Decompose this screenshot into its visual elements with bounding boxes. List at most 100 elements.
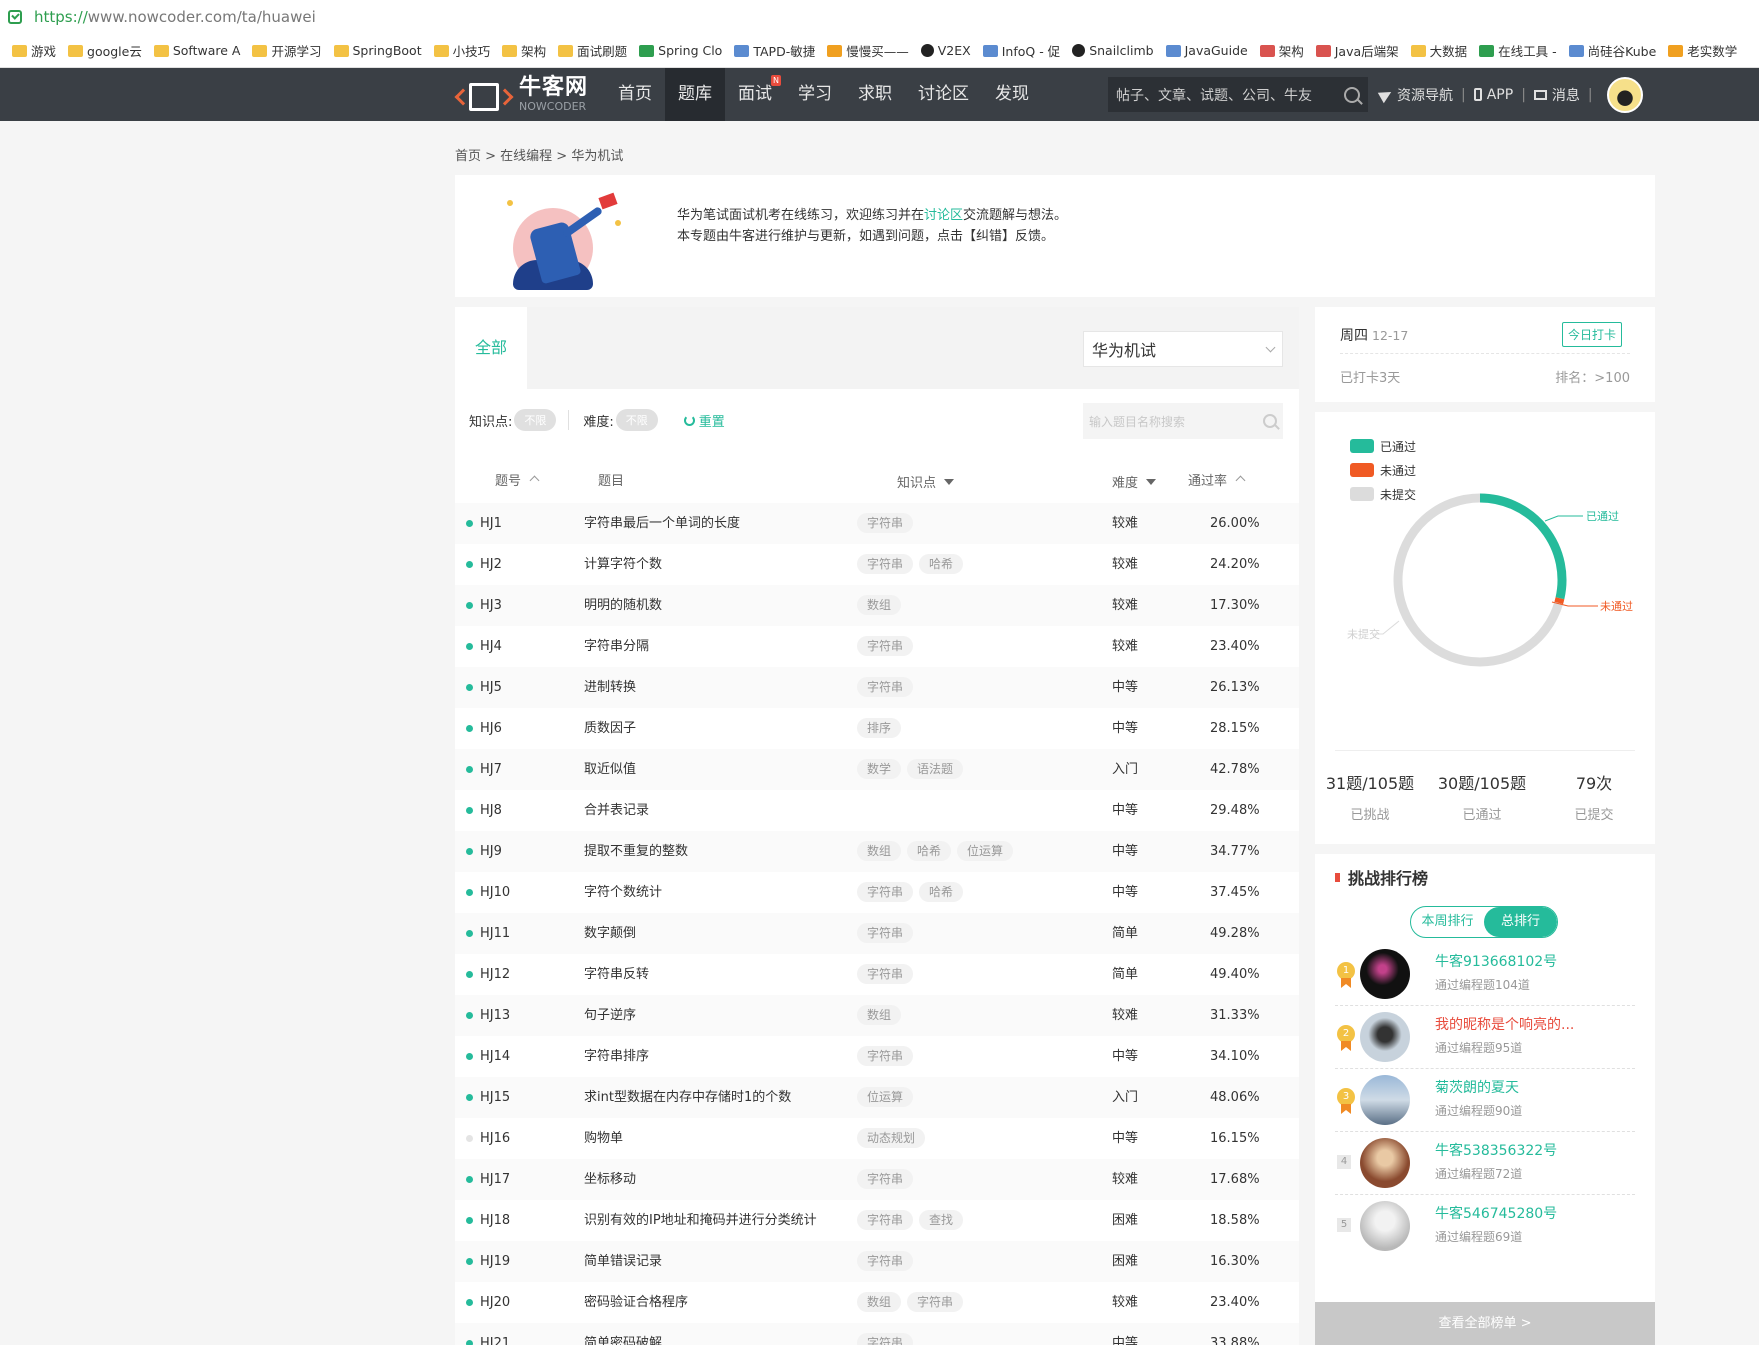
tag-badge[interactable]: 位运算 [957, 841, 1014, 861]
bookmark-item[interactable]: Snailclimb [1072, 43, 1154, 58]
tab-all[interactable]: 全部 [455, 307, 527, 389]
bookmark-item[interactable]: 老实数学 [1668, 41, 1737, 60]
user-name-link[interactable]: 我的昵称是个响亮的... [1435, 1014, 1574, 1034]
question-title-link[interactable]: 字符串排序 [584, 1036, 649, 1077]
nav-link-3[interactable]: 学习 [785, 68, 845, 121]
nav-link-5[interactable]: 讨论区 [905, 68, 982, 121]
question-title-link[interactable]: 字符个数统计 [584, 872, 662, 913]
table-row[interactable]: HJ20 密码验证合格程序 数组 字符串 较难 23.40% [455, 1282, 1299, 1323]
bookmark-item[interactable]: 在线工具 - [1479, 41, 1557, 60]
donut-slice-failed[interactable] [1554, 597, 1565, 605]
bookmark-item[interactable]: Spring Clo [639, 43, 722, 58]
table-row[interactable]: HJ2 计算字符个数 字符串 哈希 较难 24.20% [455, 544, 1299, 585]
table-row[interactable]: HJ17 坐标移动 字符串 较难 17.68% [455, 1159, 1299, 1200]
bookmark-item[interactable]: JavaGuide [1165, 43, 1248, 58]
table-row[interactable]: HJ10 字符个数统计 字符串 哈希 中等 37.45% [455, 872, 1299, 913]
avatar[interactable] [1360, 949, 1410, 999]
tag-badge[interactable]: 动态规划 [857, 1128, 926, 1148]
question-title-link[interactable]: 质数因子 [584, 708, 636, 749]
question-title-link[interactable]: 识别有效的IP地址和掩码并进行分类统计 [584, 1200, 817, 1241]
tag-badge[interactable]: 字符串 [857, 923, 914, 943]
user-name-link[interactable]: 牛客538356322号 [1435, 1140, 1557, 1160]
view-all-rankings-button[interactable]: 查看全部榜单 > [1315, 1302, 1655, 1345]
sort-by-rate[interactable]: 通过率 [1188, 470, 1246, 489]
question-title-link[interactable]: 简单错误记录 [584, 1241, 662, 1282]
reset-button[interactable]: 重置 [683, 411, 725, 430]
tag-badge[interactable]: 排序 [857, 718, 902, 738]
table-row[interactable]: HJ18 识别有效的IP地址和掩码并进行分类统计 字符串 查找 困难 18.58% [455, 1200, 1299, 1241]
bookmark-item[interactable]: Software A [153, 43, 240, 58]
tag-badge[interactable]: 数学 [857, 759, 902, 779]
bookmark-item[interactable]: TAPD-敏捷 [734, 41, 815, 60]
donut-slice-passed[interactable] [1479, 493, 1567, 600]
question-search-input[interactable]: 输入题目名称搜索 [1083, 403, 1283, 439]
table-row[interactable]: HJ13 句子逆序 数组 较难 31.33% [455, 995, 1299, 1036]
tag-badge[interactable]: 数组 [857, 595, 902, 615]
question-title-link[interactable]: 字符串分隔 [584, 626, 649, 667]
bookmark-item[interactable]: 游戏 [12, 41, 56, 60]
discussion-link[interactable]: 讨论区 [924, 208, 963, 223]
tag-badge[interactable]: 字符串 [857, 1251, 914, 1271]
breadcrumb[interactable]: 首页 > 在线编程 > 华为机试 [455, 145, 623, 164]
tab-total-rank[interactable]: 总排行 [1484, 907, 1557, 937]
question-title-link[interactable]: 取近似值 [584, 749, 636, 790]
question-title-link[interactable]: 字符串反转 [584, 954, 649, 995]
nowcoder-logo[interactable]: 牛客网 NOWCODER [454, 68, 605, 121]
user-avatar[interactable] [1606, 76, 1643, 113]
table-row[interactable]: HJ6 质数因子 排序 中等 28.15% [455, 708, 1299, 749]
question-title-link[interactable]: 坐标移动 [584, 1159, 636, 1200]
table-row[interactable]: HJ3 明明的随机数 数组 较难 17.30% [455, 585, 1299, 626]
question-title-link[interactable]: 计算字符个数 [584, 544, 662, 585]
nav-link-4[interactable]: 求职 [845, 68, 905, 121]
bookmark-item[interactable]: 架构 [1259, 41, 1304, 60]
search-icon[interactable] [1344, 86, 1360, 103]
tag-badge[interactable]: 字符串 [907, 1292, 964, 1312]
bookmark-item[interactable]: 面试刷题 [558, 41, 627, 60]
table-row[interactable]: HJ11 数字颠倒 字符串 简单 49.28% [455, 913, 1299, 954]
table-row[interactable]: HJ15 求int型数据在内存中存储时1的个数 位运算 入门 48.06% [455, 1077, 1299, 1118]
filter-by-difficulty[interactable]: 难度 [1112, 472, 1157, 491]
bookmark-item[interactable]: 开源学习 [252, 41, 322, 60]
avatar[interactable] [1360, 1012, 1410, 1062]
question-title-link[interactable]: 购物单 [584, 1118, 623, 1159]
tag-badge[interactable]: 数组 [857, 1292, 902, 1312]
question-title-link[interactable]: 简单密码破解 [584, 1323, 662, 1345]
table-row[interactable]: HJ9 提取不重复的整数 数组 哈希 位运算 中等 34.77% [455, 831, 1299, 872]
bookmark-item[interactable]: SpringBoot [333, 43, 422, 58]
tag-badge[interactable]: 字符串 [857, 882, 914, 902]
question-title-link[interactable]: 句子逆序 [584, 995, 636, 1036]
question-title-link[interactable]: 明明的随机数 [584, 585, 662, 626]
bookmark-item[interactable]: Java后端架 [1315, 41, 1399, 60]
bookmark-item[interactable]: 大数据 [1410, 41, 1467, 60]
user-name-link[interactable]: 菊茨朗的夏天 [1435, 1077, 1519, 1097]
knowledge-filter[interactable]: 不限 [514, 409, 557, 431]
tag-badge[interactable]: 字符串 [857, 1333, 914, 1345]
table-row[interactable]: HJ5 进制转换 字符串 中等 26.13% [455, 667, 1299, 708]
bookmark-item[interactable]: 慢慢买—— [827, 41, 909, 60]
table-row[interactable]: HJ7 取近似值 数学 语法题 入门 42.78% [455, 749, 1299, 790]
search-icon[interactable] [1263, 414, 1277, 428]
tag-badge[interactable]: 字符串 [857, 677, 914, 697]
bookmark-item[interactable]: 尚硅谷Kube [1568, 41, 1656, 60]
tag-badge[interactable]: 数组 [857, 841, 902, 861]
avatar[interactable] [1360, 1201, 1410, 1251]
table-row[interactable]: HJ12 字符串反转 字符串 简单 49.40% [455, 954, 1299, 995]
messages-link[interactable]: 消息 | [1533, 85, 1593, 105]
sort-by-id[interactable]: 题号 [495, 470, 540, 489]
question-title-link[interactable]: 字符串最后一个单词的长度 [584, 503, 740, 544]
table-row[interactable]: HJ1 字符串最后一个单词的长度 字符串 较难 26.00% [455, 503, 1299, 544]
user-name-link[interactable]: 牛客546745280号 [1435, 1203, 1557, 1223]
tag-badge[interactable]: 语法题 [907, 759, 964, 779]
table-row[interactable]: HJ8 合并表记录 中等 29.48% [455, 790, 1299, 831]
address-bar[interactable]: https://www.nowcoder.com/ta/huawei [0, 0, 1759, 34]
tag-badge[interactable]: 哈希 [919, 554, 964, 574]
filter-by-tags[interactable]: 知识点 [897, 472, 955, 491]
tag-badge[interactable]: 字符串 [857, 513, 914, 533]
nav-link-2[interactable]: 面试 N [725, 68, 785, 121]
question-title-link[interactable]: 进制转换 [584, 667, 636, 708]
question-title-link[interactable]: 数字颠倒 [584, 913, 636, 954]
leaderboard-entry[interactable]: 1 牛客913668102号 通过编程题104道 [1335, 944, 1635, 1014]
tag-badge[interactable]: 哈希 [919, 882, 964, 902]
app-link[interactable]: APP | [1473, 87, 1526, 103]
nav-link-6[interactable]: 发现 [982, 68, 1042, 121]
